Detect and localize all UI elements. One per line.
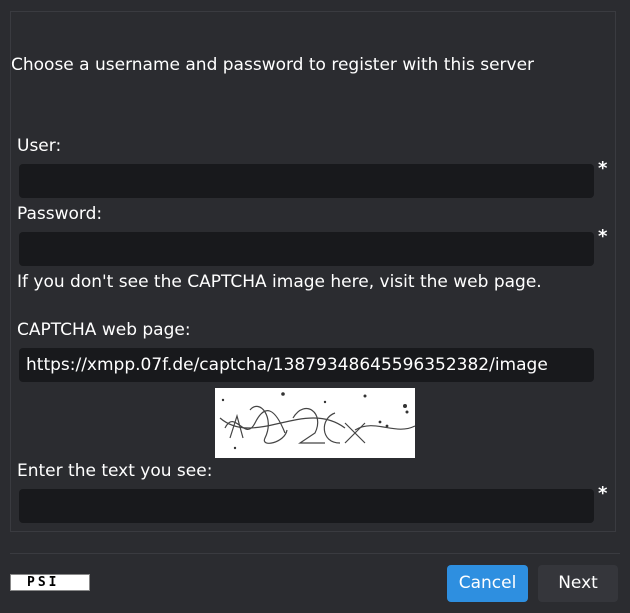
captcha-image	[215, 388, 416, 458]
user-field[interactable]	[19, 164, 594, 198]
password-required-marker: *	[598, 226, 608, 247]
password-input[interactable]	[19, 232, 594, 266]
captcha-page-label: CAPTCHA web page:	[17, 320, 191, 340]
user-input[interactable]	[19, 164, 594, 198]
captcha-text-field[interactable]	[19, 489, 594, 523]
captcha-required-marker: *	[598, 483, 608, 504]
captcha-text-label: Enter the text you see:	[17, 461, 213, 481]
instructions-text: Choose a username and password to regist…	[11, 55, 535, 75]
psi-logo: PSI	[10, 574, 90, 591]
captcha-glyphs	[219, 392, 416, 450]
cancel-button[interactable]: Cancel	[447, 565, 528, 602]
password-label: Password:	[17, 204, 103, 224]
user-label: User:	[17, 136, 62, 156]
footer-divider	[10, 553, 620, 554]
captcha-text-input[interactable]	[19, 489, 594, 523]
next-button[interactable]: Next	[538, 565, 618, 602]
captcha-url-field[interactable]: https://xmpp.07f.de/captcha/138793486455…	[19, 348, 594, 382]
user-required-marker: *	[598, 158, 608, 179]
password-field[interactable]	[19, 232, 594, 266]
captcha-hint-text: If you don't see the CAPTCHA image here,…	[17, 272, 542, 292]
